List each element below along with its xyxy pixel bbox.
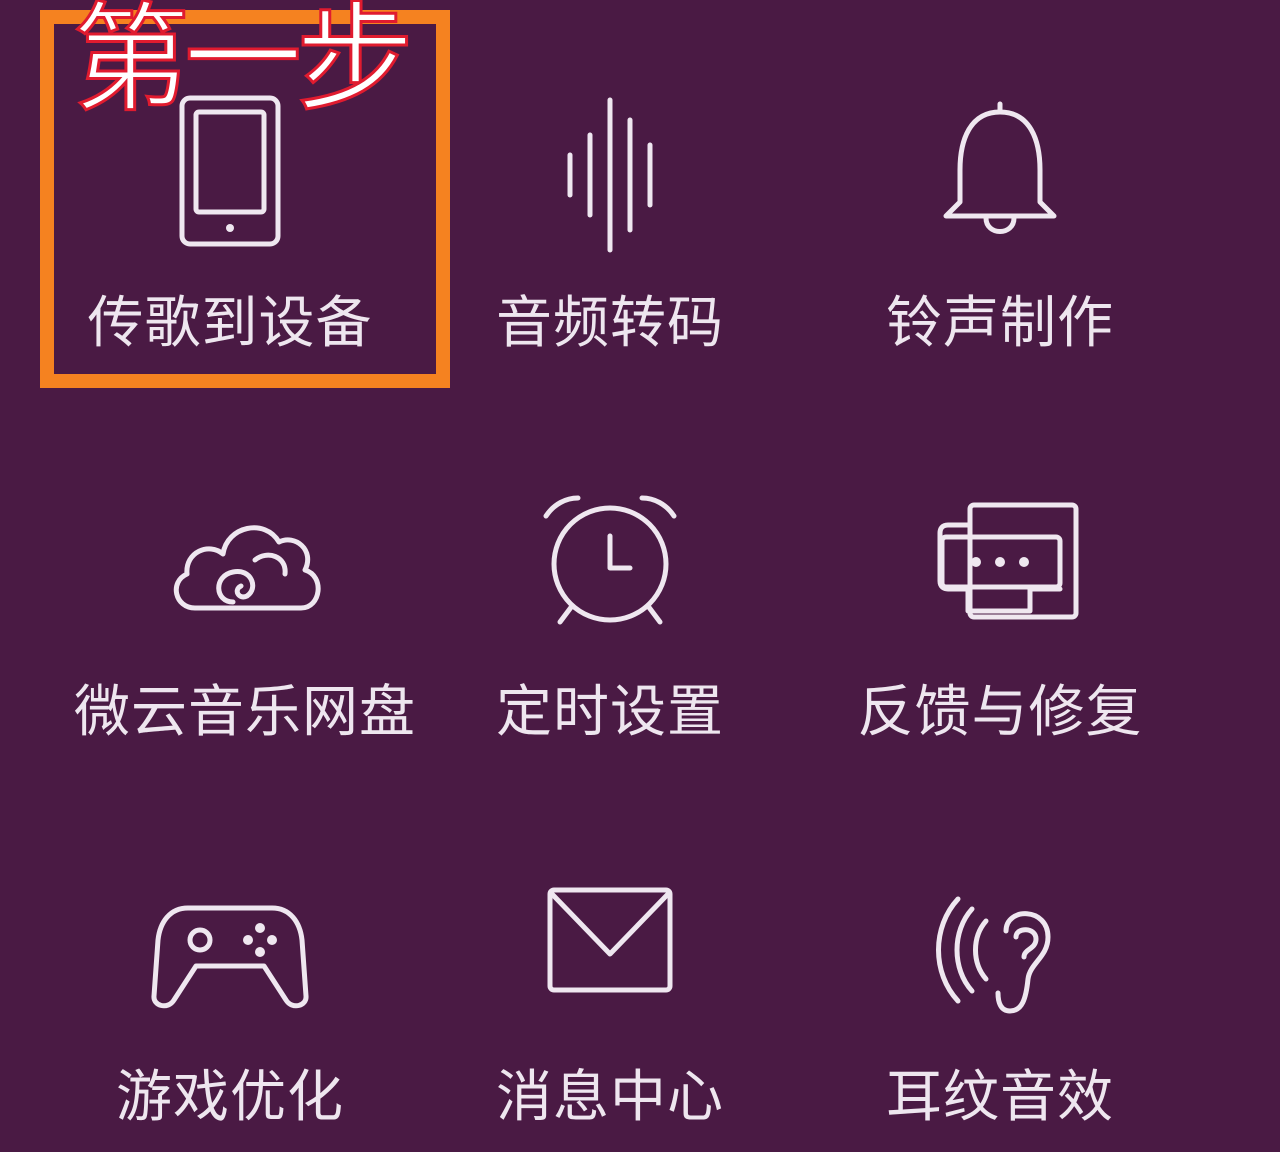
ear-icon [910, 875, 1090, 1045]
tile-label: 游戏优化 [116, 1065, 344, 1130]
tile-label: 微云音乐网盘 [74, 680, 416, 745]
tile-label: 定时设置 [496, 680, 724, 745]
cloud-icon [155, 490, 335, 660]
tools-grid: 传歌到设备 音频转码 铃声制作 微云音乐网盘 定时设置 反馈与修复 游戏优化 消… [0, 0, 1280, 1152]
tile-message-center[interactable]: 消息中心 [400, 770, 820, 1130]
tile-label: 传歌到设备 [87, 291, 373, 356]
alarm-clock-icon [520, 490, 700, 660]
step-annotation-text: 第一步 [70, 0, 415, 128]
tile-weiyun-music-drive[interactable]: 微云音乐网盘 [35, 385, 455, 745]
tile-ringtone-maker[interactable]: 铃声制作 [790, 0, 1210, 360]
tile-label: 铃声制作 [886, 291, 1114, 356]
tile-ear-print-sound[interactable]: 耳纹音效 [790, 770, 1210, 1130]
tile-label: 音频转码 [496, 291, 724, 356]
feedback-chat-icon [910, 495, 1090, 665]
tools-menu-screen: 传歌到设备 音频转码 铃声制作 微云音乐网盘 定时设置 反馈与修复 游戏优化 消… [0, 0, 1280, 1152]
tile-label: 反馈与修复 [857, 680, 1143, 745]
tile-feedback-repair[interactable]: 反馈与修复 [790, 385, 1210, 745]
envelope-icon [520, 878, 700, 1048]
tile-label: 耳纹音效 [886, 1065, 1114, 1130]
tile-label: 消息中心 [496, 1065, 724, 1130]
bell-icon [910, 90, 1090, 260]
sound-wave-icon [520, 90, 700, 260]
tile-audio-transcode[interactable]: 音频转码 [400, 0, 820, 360]
tile-timer-settings[interactable]: 定时设置 [400, 385, 820, 745]
tile-game-optimization[interactable]: 游戏优化 [20, 770, 440, 1130]
gamepad-icon [140, 878, 320, 1048]
